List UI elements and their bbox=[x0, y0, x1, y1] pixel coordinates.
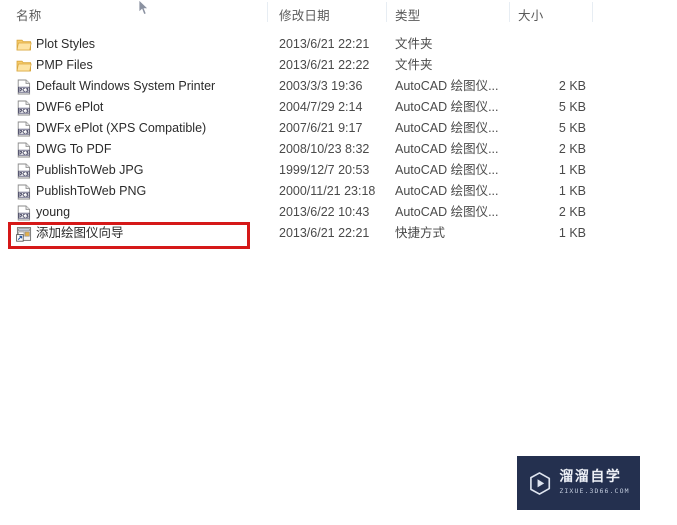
column-divider[interactable] bbox=[592, 2, 593, 22]
column-header-size[interactable]: 大小 bbox=[518, 5, 543, 24]
column-divider[interactable] bbox=[509, 2, 510, 22]
file-name-cell: PMP Files bbox=[36, 58, 93, 72]
table-row[interactable]: PC3 DWFx ePlot (XPS Compatible) 2007/6/21 … bbox=[0, 118, 677, 139]
play-button-icon bbox=[530, 471, 551, 495]
column-header-type[interactable]: 类型 bbox=[395, 5, 420, 24]
file-type-cell: 文件夹 bbox=[395, 58, 433, 72]
column-header-name[interactable]: 名称 bbox=[16, 5, 41, 24]
file-type-cell: AutoCAD 绘图仪... bbox=[395, 205, 499, 219]
file-list: 名称 修改日期 类型 大小 Plot Styles 2013/6/21 22:21… bbox=[0, 0, 677, 260]
pc3-file-icon: PC3 bbox=[16, 121, 32, 137]
folder-icon bbox=[16, 58, 32, 74]
file-name-cell: DWG To PDF bbox=[36, 142, 112, 156]
mouse-cursor-icon bbox=[138, 0, 149, 16]
file-name-cell: 添加绘图仪向导 bbox=[36, 226, 124, 240]
pc3-file-icon: PC3 bbox=[16, 205, 32, 221]
date-modified-cell: 2007/6/21 9:17 bbox=[279, 121, 363, 135]
file-size-cell: 2 KB bbox=[558, 205, 586, 219]
watermark-text: 溜溜自学 ZIXUE.3D66.COM bbox=[559, 470, 629, 496]
date-modified-cell: 1999/12/7 20:53 bbox=[279, 163, 370, 177]
column-divider[interactable] bbox=[267, 2, 268, 22]
table-row[interactable]: 添加绘图仪向导 2013/6/21 22:21 快捷方式 1 KB bbox=[0, 223, 677, 244]
pc3-file-icon: PC3 bbox=[16, 184, 32, 200]
table-row[interactable]: PC3 PublishToWeb PNG 2000/11/21 23:18 AutoC… bbox=[0, 181, 677, 202]
svg-text:PC3: PC3 bbox=[19, 150, 29, 156]
date-modified-cell: 2013/6/21 22:21 bbox=[279, 37, 370, 51]
file-name-cell: DWF6 ePlot bbox=[36, 100, 104, 114]
date-modified-cell: 2013/6/21 22:22 bbox=[279, 58, 370, 72]
table-row[interactable]: PC3 DWG To PDF 2008/10/23 8:32 AutoCAD 绘图仪.… bbox=[0, 139, 677, 160]
svg-text:PC3: PC3 bbox=[19, 129, 29, 135]
file-type-cell: AutoCAD 绘图仪... bbox=[395, 79, 499, 93]
folder-icon bbox=[16, 37, 32, 53]
file-name-cell: PublishToWeb PNG bbox=[36, 184, 147, 198]
file-size-cell: 2 KB bbox=[558, 79, 586, 93]
file-name-cell: PublishToWeb JPG bbox=[36, 163, 144, 177]
file-type-cell: AutoCAD 绘图仪... bbox=[395, 121, 499, 135]
watermark-title: 溜溜自学 bbox=[559, 469, 622, 485]
file-type-cell: 文件夹 bbox=[395, 37, 433, 51]
pc3-file-icon: PC3 bbox=[16, 100, 32, 116]
watermark-logo: 溜溜自学 ZIXUE.3D66.COM bbox=[517, 456, 640, 510]
file-size-cell: 2 KB bbox=[558, 142, 586, 156]
svg-text:PC3: PC3 bbox=[19, 192, 29, 198]
file-type-cell: AutoCAD 绘图仪... bbox=[395, 142, 499, 156]
table-row[interactable]: PC3 Default Windows System Printer 2003/3/… bbox=[0, 76, 677, 97]
column-divider[interactable] bbox=[386, 2, 387, 22]
file-name-cell: Default Windows System Printer bbox=[36, 79, 216, 93]
column-header-date[interactable]: 修改日期 bbox=[279, 5, 330, 24]
table-row[interactable]: PMP Files 2013/6/21 22:22 文件夹 bbox=[0, 55, 677, 76]
table-row[interactable]: PC3 PublishToWeb JPG 1999/12/7 20:53 AutoCA… bbox=[0, 160, 677, 181]
file-type-cell: AutoCAD 绘图仪... bbox=[395, 100, 499, 114]
date-modified-cell: 2013/6/21 22:21 bbox=[279, 226, 370, 240]
svg-text:PC3: PC3 bbox=[19, 171, 29, 177]
table-row[interactable]: PC3 DWF6 ePlot 2004/7/29 2:14 AutoCAD 绘图仪..… bbox=[0, 97, 677, 118]
table-row[interactable]: PC3 young 2013/6/22 10:43 AutoCAD 绘图仪... 2 K… bbox=[0, 202, 677, 223]
file-type-cell: 快捷方式 bbox=[395, 226, 446, 240]
date-modified-cell: 2003/3/3 19:36 bbox=[279, 79, 363, 93]
file-name-cell: DWFx ePlot (XPS Compatible) bbox=[36, 121, 207, 135]
file-type-cell: AutoCAD 绘图仪... bbox=[395, 163, 499, 177]
date-modified-cell: 2013/6/22 10:43 bbox=[279, 205, 370, 219]
file-size-cell: 5 KB bbox=[558, 121, 586, 135]
file-name-cell: young bbox=[36, 205, 71, 219]
pc3-file-icon: PC3 bbox=[16, 79, 32, 95]
file-size-cell: 5 KB bbox=[558, 100, 586, 114]
pc3-file-icon: PC3 bbox=[16, 163, 32, 179]
shortcut-wizard-icon bbox=[16, 226, 32, 242]
date-modified-cell: 2000/11/21 23:18 bbox=[279, 184, 376, 198]
table-row[interactable]: Plot Styles 2013/6/21 22:21 文件夹 bbox=[0, 34, 677, 55]
watermark-subtitle: ZIXUE.3D66.COM bbox=[559, 487, 630, 495]
pc3-file-icon: PC3 bbox=[16, 142, 32, 158]
file-name-cell: Plot Styles bbox=[36, 37, 96, 51]
svg-text:PC3: PC3 bbox=[19, 213, 29, 219]
column-header-row: 名称 修改日期 类型 大小 bbox=[0, 0, 677, 26]
svg-text:PC3: PC3 bbox=[19, 87, 29, 93]
file-size-cell: 1 KB bbox=[558, 163, 586, 177]
svg-text:PC3: PC3 bbox=[19, 108, 29, 114]
date-modified-cell: 2004/7/29 2:14 bbox=[279, 100, 363, 114]
date-modified-cell: 2008/10/23 8:32 bbox=[279, 142, 370, 156]
file-size-cell: 1 KB bbox=[558, 226, 586, 240]
file-size-cell: 1 KB bbox=[558, 184, 586, 198]
file-type-cell: AutoCAD 绘图仪... bbox=[395, 184, 499, 198]
